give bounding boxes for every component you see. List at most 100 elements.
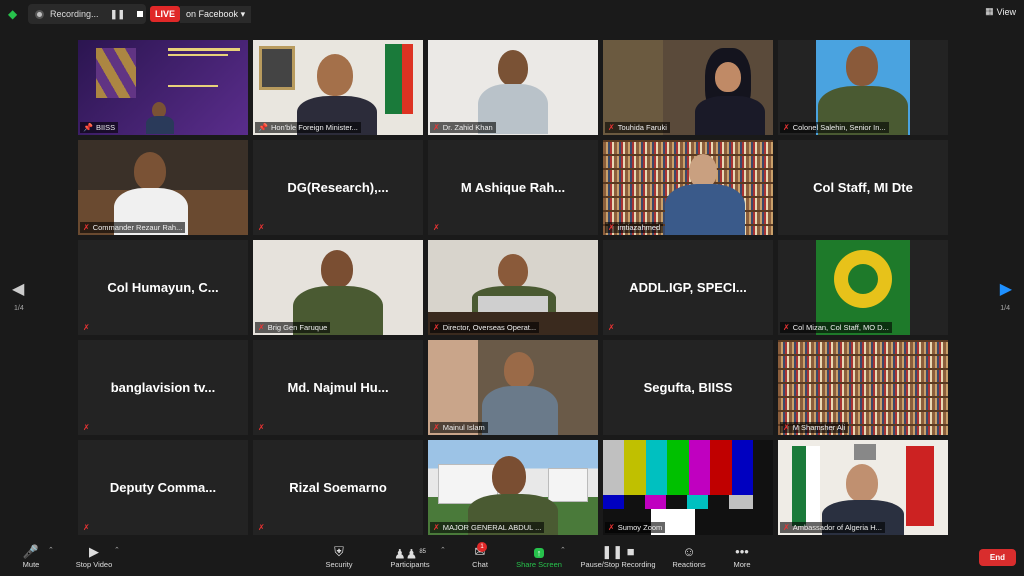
participant-display-name: DG(Research),... [287,180,389,195]
pin-icon: 📌 [258,123,268,132]
page-indicator-left: 1/4 [14,305,24,312]
muted-mic-icon: ✗ [783,523,790,532]
participant-name: Touhida Faruki [617,123,667,132]
participant-name-tag: ✗ MAJOR GENERAL ABDUL ... [430,522,545,533]
video-camera-icon: ▶ [89,544,99,559]
participant-name-tag: ✗ Commander Rezaur Rah... [80,222,186,233]
participant-tile[interactable]: Rizal Soemarno ✗ [253,440,423,535]
share-options-chevron-icon[interactable]: ⌃ [560,546,566,554]
participant-tile[interactable]: banglavision tv... ✗ [78,340,248,435]
muted-mic-icon: ✗ [83,323,90,332]
participant-name-tag: ✗ Col Mizan, Col Staff, MO D... [780,322,892,333]
share-screen-icon: ↑ [533,548,545,558]
participant-tile[interactable]: ✗ Director, Overseas Operat... [428,240,598,335]
stop-video-label: Stop Video [75,560,113,569]
participant-tile[interactable]: ✗ Col Mizan, Col Staff, MO D... [778,240,948,335]
muted-mic-icon: ✗ [433,423,440,432]
video-feed [778,40,948,135]
video-feed [78,140,248,235]
live-stream-indicator[interactable]: LIVE on Facebook ▾ [150,5,252,23]
participant-tile[interactable]: ✗ Brig Gen Faruque [253,240,423,335]
next-page-arrow-icon[interactable]: ▶ [1000,279,1012,299]
participant-name: Director, Overseas Operat... [442,323,537,332]
live-badge: LIVE [150,6,181,22]
participant-tile[interactable]: ADDL.IGP, SPECI... ✗ [603,240,773,335]
audio-options-chevron-icon[interactable]: ⌃ [48,546,54,554]
reactions-label: Reactions [672,560,706,569]
participant-display-name: Col Humayun, C... [107,280,219,295]
muted-mic-icon: ✗ [783,323,790,332]
video-options-chevron-icon[interactable]: ⌃ [114,546,120,554]
participant-display-name: banglavision tv... [110,380,216,395]
participant-name: Dr. Zahid Khan [442,123,493,132]
share-screen-label: Share Screen [516,560,562,569]
participant-tile[interactable]: ✗ MAJOR GENERAL ABDUL ... [428,440,598,535]
muted-mic-icon: ✗ [433,223,440,232]
participant-name: MAJOR GENERAL ABDUL ... [442,523,542,532]
participant-display-name: M Ashique Rah... [460,180,566,195]
participant-name-tag: ✗ Brig Gen Faruque [255,322,331,333]
participant-tile[interactable]: ✗ M Shamsher Ali [778,340,948,435]
video-feed [603,40,773,135]
participant-tile[interactable]: ✗ Touhida Faruki [603,40,773,135]
participant-tile[interactable]: ✗ Dr. Zahid Khan [428,40,598,135]
participant-tile[interactable]: Md. Najmul Hu... ✗ [253,340,423,435]
stop-video-button[interactable]: ▶ Stop Video [70,544,118,569]
participants-count: 85 [419,549,426,555]
muted-mic-icon: ✗ [433,523,440,532]
participant-tile[interactable]: M Ashique Rah... ✗ [428,140,598,235]
participant-tile[interactable]: ✗ Mainul Islam [428,340,598,435]
smiley-icon: ☺ [682,544,696,559]
microphone-icon: 🎤 [22,544,40,559]
participant-name-tag: ✗ Touhida Faruki [605,122,670,133]
view-label: View [996,6,1016,17]
previous-page-arrow-icon[interactable]: ◀ [12,279,24,299]
participant-name-tag: ✗ M Shamsher Ali [780,422,849,433]
participant-tile[interactable]: ✗ Ambassador of Algeria H... [778,440,948,535]
record-dot-icon [35,9,44,19]
video-feed [253,40,423,135]
participant-tile[interactable]: DG(Research),... ✗ [253,140,423,235]
pause-icon[interactable]: ❚❚ [110,9,125,20]
participant-name-tag: ✗ Dr. Zahid Khan [430,122,496,133]
participants-options-chevron-icon[interactable]: ⌃ [440,546,446,554]
participant-tile[interactable]: ✗ Colonel Salehin, Senior In... [778,40,948,135]
page-indicator-right: 1/4 [1000,305,1010,312]
participant-tile[interactable]: Col Humayun, C... ✗ [78,240,248,335]
muted-mic-icon: ✗ [608,523,615,532]
participant-display-name: ADDL.IGP, SPECI... [629,280,747,295]
participant-tile[interactable]: ✗ Sumoy Zoom [603,440,773,535]
chat-button[interactable]: ✉1 Chat [468,542,492,569]
participant-tile[interactable]: Deputy Comma... ✗ [78,440,248,535]
recording-indicator[interactable]: Recording... ❚❚ [28,4,146,24]
participant-tile[interactable]: Segufta, BIISS [603,340,773,435]
participant-name-tag: ✗ [430,222,443,233]
view-button[interactable]: ▦ View [985,6,1016,17]
participant-name-tag: ✗ Colonel Salehin, Senior In... [780,122,889,133]
participant-name: Sumoy Zoom [617,523,663,532]
meeting-toolbar: 🎤 Mute ⌃ ▶ Stop Video ⌃ ⛨ Security ♟♟ 85 … [0,540,1024,576]
participants-button[interactable]: ♟♟ 85 Participants [386,544,434,569]
stop-icon[interactable] [137,11,144,17]
top-bar: ◆ Recording... ❚❚ LIVE on Facebook ▾ ▦ V… [0,0,1024,28]
participant-tile[interactable]: ✗ imtiazahmed [603,140,773,235]
pause-stop-recording-button[interactable]: ❚❚ ■ Pause/Stop Recording [576,544,660,569]
participant-tile-active-speaker[interactable]: 📌 Hon'ble Foreign Minister... [253,40,423,135]
participant-tile[interactable]: ✗ Commander Rezaur Rah... [78,140,248,235]
chevron-down-icon: ▾ [240,8,246,19]
end-meeting-button[interactable]: End [978,549,1016,566]
participant-tile[interactable]: Col Staff, MI Dte [778,140,948,235]
participant-display-name: Deputy Comma... [109,480,217,495]
muted-mic-icon: ✗ [608,223,615,232]
security-button[interactable]: ⛨ Security [322,544,356,569]
color-bars [603,440,753,495]
muted-mic-icon: ✗ [433,323,440,332]
more-button[interactable]: ••• More [730,544,754,569]
participant-name-tag: ✗ [255,522,268,533]
reactions-button[interactable]: ☺ Reactions [670,544,708,569]
mute-button[interactable]: 🎤 Mute [20,544,42,569]
share-screen-button[interactable]: ↑ Share Screen [514,544,564,569]
participant-name: Mainul Islam [442,423,485,432]
participant-tile[interactable]: 📌 BIISS [78,40,248,135]
live-destination[interactable]: on Facebook ▾ [180,5,252,23]
